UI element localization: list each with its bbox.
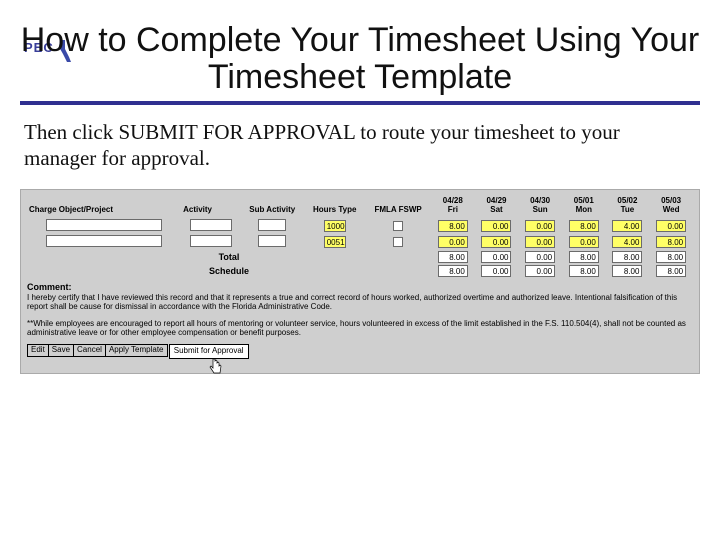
total-value: 8.00 [569, 251, 599, 263]
hours-input[interactable]: 0.00 [656, 220, 686, 232]
fmla-checkbox[interactable] [393, 221, 403, 231]
submit-label: Submit for Approval [174, 346, 244, 355]
sub-activity-input[interactable] [258, 235, 286, 247]
hours-type-input[interactable]: 1000 [324, 220, 346, 232]
col-activity: Activity [181, 196, 240, 217]
hours-input[interactable]: 0.00 [481, 236, 511, 248]
col-date-4: 05/02Tue [606, 196, 650, 217]
total-label: Total [27, 250, 431, 264]
table-row: 1000 8.00 0.00 0.00 8.00 4.00 0.00 [27, 218, 693, 234]
timesheet-table: Charge Object/Project Activity Sub Activ… [27, 196, 693, 277]
hours-input[interactable]: 8.00 [438, 220, 468, 232]
cancel-button[interactable]: Cancel [73, 344, 106, 357]
hours-type-input[interactable]: 0051 [324, 236, 346, 248]
schedule-value: 0.00 [525, 265, 555, 277]
hours-input[interactable]: 8.00 [569, 220, 599, 232]
col-date-5: 05/03Wed [649, 196, 693, 217]
total-value: 8.00 [438, 251, 468, 263]
col-hours-type: Hours Type [304, 196, 365, 217]
timesheet-screenshot: Charge Object/Project Activity Sub Activ… [20, 189, 700, 374]
col-date-3: 05/01Mon [562, 196, 606, 217]
total-value: 0.00 [481, 251, 511, 263]
schedule-value: 8.00 [569, 265, 599, 277]
col-date-0: 04/28Fri [431, 196, 475, 217]
fmla-checkbox[interactable] [393, 237, 403, 247]
sub-activity-input[interactable] [258, 219, 286, 231]
activity-input[interactable] [190, 235, 232, 247]
page-title: How to Complete Your Timesheet Using You… [20, 22, 700, 97]
totals-row: Total 8.00 0.00 0.00 8.00 8.00 8.00 [27, 250, 693, 264]
submit-for-approval-button[interactable]: Submit for Approval [169, 344, 249, 359]
activity-input[interactable] [190, 219, 232, 231]
total-value: 0.00 [525, 251, 555, 263]
edit-button[interactable]: Edit [27, 344, 49, 357]
total-value: 8.00 [612, 251, 642, 263]
hours-input[interactable]: 0.00 [525, 236, 555, 248]
button-row: EditSaveCancelApply Template Submit for … [27, 338, 693, 359]
hours-input[interactable]: 0.00 [525, 220, 555, 232]
total-value: 8.00 [656, 251, 686, 263]
schedule-label: Schedule [27, 264, 431, 278]
col-sub-activity: Sub Activity [240, 196, 304, 217]
divider [20, 101, 700, 105]
hours-input[interactable]: 0.00 [481, 220, 511, 232]
instruction-text: Then click SUBMIT FOR APPROVAL to route … [24, 119, 696, 172]
schedule-value: 8.00 [656, 265, 686, 277]
table-row: 0051 0.00 0.00 0.00 0.00 4.00 8.00 [27, 234, 693, 250]
col-charge-object: Charge Object/Project [27, 196, 181, 217]
hours-input[interactable]: 0.00 [569, 236, 599, 248]
charge-object-input[interactable] [46, 235, 162, 247]
comment-label: Comment: [27, 278, 693, 292]
certification-text-1: I hereby certify that I have reviewed th… [27, 292, 693, 312]
hours-input[interactable]: 4.00 [612, 236, 642, 248]
col-fmla: FMLA FSWP [365, 196, 431, 217]
schedule-value: 8.00 [438, 265, 468, 277]
charge-object-input[interactable] [46, 219, 162, 231]
col-date-1: 04/29Sat [475, 196, 519, 217]
schedule-value: 8.00 [612, 265, 642, 277]
hours-input[interactable]: 4.00 [612, 220, 642, 232]
table-header-row: Charge Object/Project Activity Sub Activ… [27, 196, 693, 217]
save-button[interactable]: Save [48, 344, 74, 357]
col-date-2: 04/30Sun [518, 196, 562, 217]
certification-text-2: **While employees are encouraged to repo… [27, 318, 693, 338]
apply-template-button[interactable]: Apply Template [105, 344, 168, 357]
schedule-row: Schedule 8.00 0.00 0.00 8.00 8.00 8.00 [27, 264, 693, 278]
cursor-pointer-icon [209, 358, 223, 374]
hours-input[interactable]: 0.00 [438, 236, 468, 248]
schedule-value: 0.00 [481, 265, 511, 277]
hours-input[interactable]: 8.00 [656, 236, 686, 248]
